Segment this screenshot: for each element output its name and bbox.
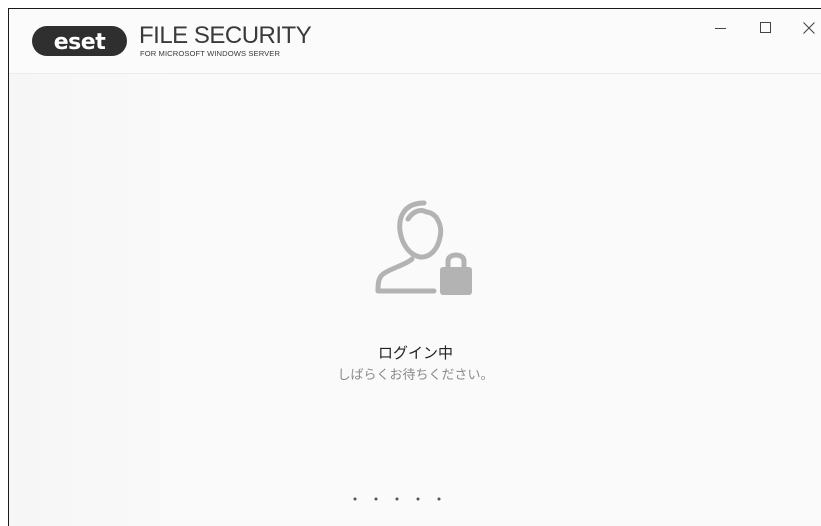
minimize-icon [715,28,726,29]
eset-logo-text: eset [54,30,106,55]
minimize-button[interactable] [708,15,734,41]
loading-dot [416,497,420,501]
loading-dot [353,497,357,501]
loading-dots-indicator [353,497,441,501]
close-icon [803,22,815,34]
product-subtitle: FOR MICROSOFT WINDOWS SERVER [140,49,281,58]
loading-dot [437,497,441,501]
app-logo: eset FILE SECURITY FOR MICROSOFT WINDOWS… [32,22,312,59]
product-name: FILE SECURITY [139,22,312,49]
user-lock-icon [375,200,472,295]
loading-dot [395,497,399,501]
maximize-button[interactable] [753,15,779,41]
title-bar[interactable]: eset FILE SECURITY FOR MICROSOFT WINDOWS… [9,9,821,74]
loading-dot [374,497,378,501]
login-progress-panel: ログイン中 しばらくお待ちください。 [9,74,821,526]
status-title: ログイン中 [377,344,453,362]
app-window: eset FILE SECURITY FOR MICROSOFT WINDOWS… [8,8,821,526]
status-message: しばらくお待ちください。 [337,368,494,383]
maximize-icon [760,22,771,33]
eset-logo-icon: eset [32,26,127,56]
close-button[interactable] [796,15,821,41]
product-title: FILE SECURITY FOR MICROSOFT WINDOWS SERV… [139,22,312,59]
